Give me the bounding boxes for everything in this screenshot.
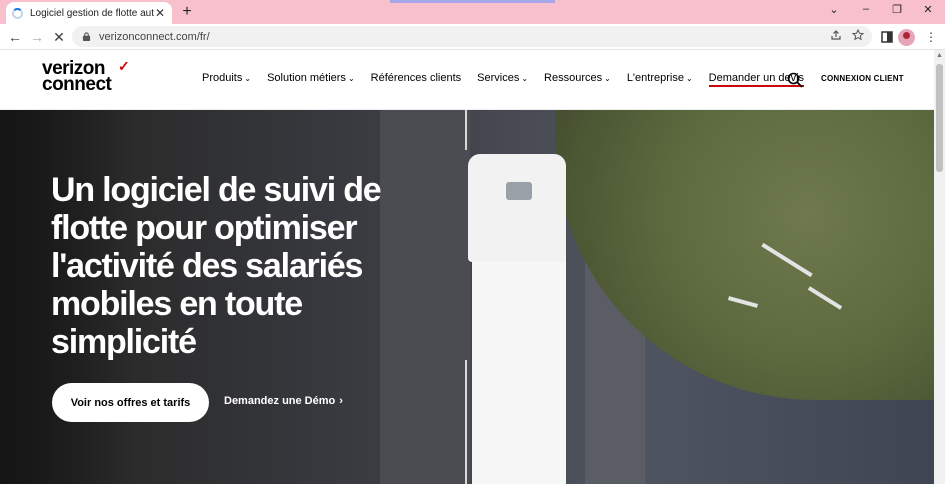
chevron-down-icon: ⌄ [244, 74, 252, 83]
nav-item-references-clients[interactable]: Références clients [371, 72, 462, 87]
lane-marking [465, 360, 467, 484]
logo-line-2: connect [42, 74, 112, 95]
restore-icon[interactable]: ❐ [889, 3, 905, 16]
tab-close-icon[interactable]: ✕ [154, 6, 166, 20]
profile-avatar[interactable] [898, 29, 915, 46]
loading-spinner-icon [12, 7, 23, 19]
nav-item-produits[interactable]: Produits ⌄ [202, 72, 251, 87]
verizon-connect-logo[interactable]: verizon connect ✓ [42, 58, 130, 95]
page-scrollbar[interactable]: ▲ [934, 50, 945, 484]
browser-tabstrip: Logiciel gestion de flotte automo ✕ + ⌄ … [0, 0, 945, 24]
tab-title: Logiciel gestion de flotte automo [30, 7, 154, 19]
url-text: verizonconnect.com/fr/ [99, 30, 210, 43]
truck-window [506, 182, 532, 200]
nav-item-services[interactable]: Services ⌄ [477, 72, 528, 87]
forward-button[interactable]: → [28, 28, 46, 46]
new-tab-button[interactable]: + [178, 3, 196, 21]
client-login-link[interactable]: CONNEXION CLIENT [821, 74, 904, 83]
nav-item-entreprise[interactable]: L'entreprise ⌄ [627, 72, 693, 87]
window-close-icon[interactable]: ✕ [920, 3, 936, 16]
back-button[interactable]: ← [6, 28, 24, 46]
stop-loading-button[interactable]: ✕ [50, 28, 68, 46]
tabstrip-accent [390, 0, 555, 3]
lane-marking [465, 110, 467, 150]
nav-item-ressources[interactable]: Ressources ⌄ [544, 72, 611, 87]
share-icon[interactable] [830, 29, 842, 41]
nav-item-solution-metiers[interactable]: Solution métiers ⌄ [267, 72, 355, 87]
chevron-down-icon: ⌄ [604, 74, 611, 83]
main-nav: Produits ⌄ Solution métiers ⌄ Références c… [202, 72, 820, 87]
chevron-down-icon: ⌄ [347, 74, 355, 83]
scrollbar-thumb[interactable] [936, 64, 943, 172]
browser-tab[interactable]: Logiciel gestion de flotte automo ✕ [6, 2, 172, 24]
logo-checkmark-icon: ✓ [118, 58, 130, 74]
hero-title: Un logiciel de suivi de flotte pour opti… [51, 171, 382, 361]
browser-toolbar: ← → ✕ verizonconnect.com/fr/ ⋮ [0, 24, 945, 50]
truck-trailer [472, 244, 566, 484]
offers-pricing-button[interactable]: Voir nos offres et tarifs [52, 383, 209, 422]
scroll-up-arrow-icon[interactable]: ▲ [936, 52, 943, 59]
lock-icon [82, 32, 91, 41]
chevron-down-icon: ⌄ [685, 74, 693, 83]
address-bar[interactable]: verizonconnect.com/fr/ [72, 26, 872, 47]
browser-menu-icon[interactable]: ⋮ [922, 28, 940, 46]
truck-cab [468, 154, 566, 262]
chevron-down-icon: ⌄ [521, 74, 529, 83]
hero-section: Un logiciel de suivi de flotte pour opti… [0, 110, 934, 484]
chevron-right-icon: › [339, 395, 343, 407]
minimize-icon[interactable]: – [858, 3, 874, 15]
side-panel-icon[interactable] [878, 28, 896, 46]
request-demo-link[interactable]: Demandez une Démo › [224, 395, 343, 407]
site-header: verizon connect ✓ Produits ⌄ Solution mét… [0, 50, 934, 110]
bookmark-star-icon[interactable] [852, 29, 864, 41]
search-icon[interactable] [787, 72, 803, 88]
tab-search-icon[interactable]: ⌄ [826, 3, 842, 16]
